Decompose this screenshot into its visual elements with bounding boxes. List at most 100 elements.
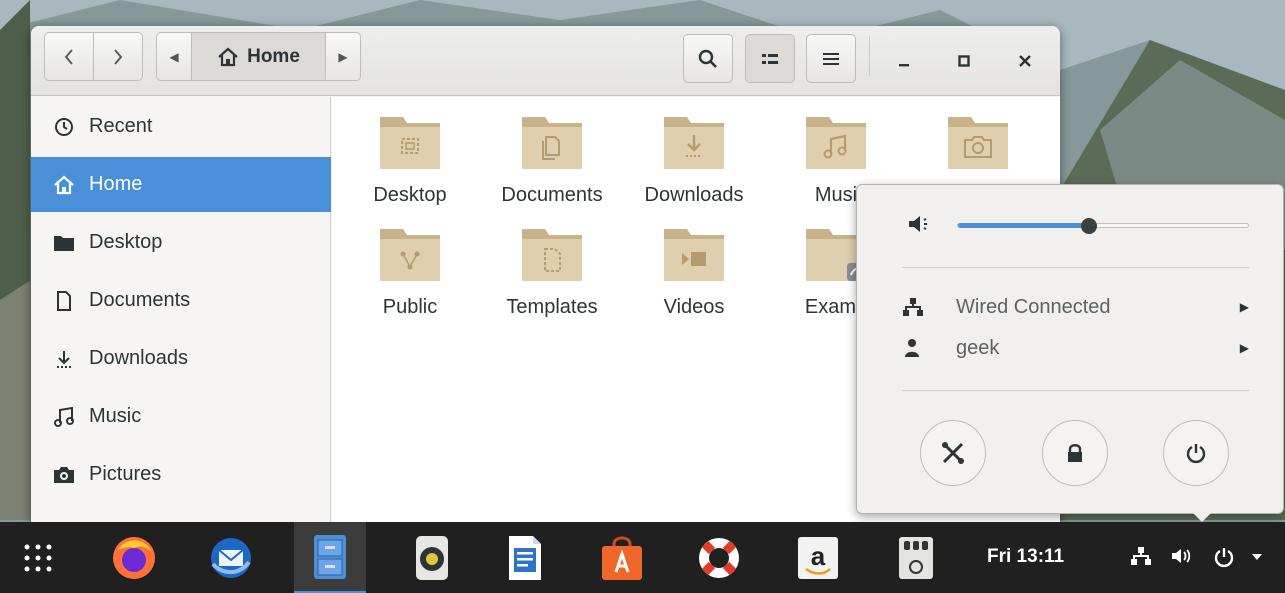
user-icon [902, 338, 956, 358]
sidebar-item-label: Desktop [89, 231, 163, 253]
maximize-button[interactable] [949, 46, 979, 76]
sidebar-item-music[interactable]: Music [31, 389, 331, 444]
taskbar-app-rhythmbox[interactable] [396, 522, 468, 593]
sidebar-item-desktop[interactable]: Desktop [31, 215, 331, 270]
volume-icon [909, 216, 927, 232]
file-label: Downloads [644, 184, 744, 206]
download-icon [53, 349, 75, 369]
back-button[interactable] [45, 33, 94, 80]
home-icon [218, 47, 238, 66]
menu-button[interactable] [806, 34, 856, 83]
sidebar-item-documents[interactable]: Documents [31, 273, 331, 328]
forward-button[interactable] [94, 33, 143, 80]
amazon-icon: a [798, 536, 838, 579]
chevron-right-icon [113, 48, 123, 65]
taskbar-app-thunderbird[interactable] [195, 522, 267, 593]
document-writer-icon [509, 535, 541, 580]
folder-item-pictures[interactable] [908, 107, 1048, 184]
taskbar: a Fri 13:11 [0, 522, 1285, 593]
speaker-icon [416, 535, 448, 580]
sidebar-item-recent[interactable]: Recent [31, 99, 331, 154]
camera-icon [53, 466, 75, 484]
folder-documents-icon [522, 117, 582, 169]
network-menu-item[interactable]: Wired Connected ▶ [902, 289, 1249, 325]
folder-item-templates[interactable]: Templates [482, 219, 622, 319]
folder-item-downloads[interactable]: Downloads [624, 107, 764, 207]
close-button[interactable] [1010, 46, 1040, 76]
minimize-button[interactable] [889, 46, 919, 76]
power-button[interactable] [1163, 420, 1229, 486]
lock-icon [1068, 444, 1082, 462]
power-icon [1186, 444, 1206, 464]
thunderbird-icon [211, 537, 251, 578]
user-menu-item[interactable]: geek ▶ [902, 330, 1249, 366]
file-label: Desktop [373, 184, 447, 206]
sidebar-item-home[interactable]: Home [31, 157, 331, 212]
utility-box-icon [899, 536, 933, 579]
menu-separator [902, 390, 1249, 391]
taskbar-app-system-tools[interactable] [880, 522, 952, 593]
clock-icon [53, 117, 75, 137]
popover-pointer [1192, 512, 1212, 522]
maximize-icon [958, 55, 970, 67]
path-bar: ◀ Home ▶ [156, 32, 361, 81]
file-label: Documents [501, 184, 603, 206]
taskbar-app-software-center[interactable] [586, 522, 658, 593]
music-icon [53, 406, 75, 427]
list-view-icon [762, 53, 778, 64]
system-menu-popover: Wired Connected ▶ geek ▶ [856, 184, 1284, 514]
taskbar-app-files[interactable] [294, 522, 366, 593]
submenu-arrow-icon: ▶ [1239, 300, 1249, 314]
file-label: Templates [506, 296, 598, 318]
chevron-left-icon [64, 48, 73, 65]
search-icon [698, 49, 717, 68]
menu-separator [902, 267, 1249, 268]
settings-tools-icon [942, 442, 964, 464]
folder-item-documents[interactable]: Documents [482, 107, 622, 207]
folder-templates-icon [522, 229, 582, 281]
settings-button[interactable] [920, 420, 986, 486]
sidebar-item-pictures[interactable]: Pictures [31, 447, 331, 502]
sidebar-item-downloads[interactable]: Downloads [31, 331, 331, 386]
view-toggle-button[interactable] [745, 34, 795, 83]
taskbar-app-writer[interactable] [489, 522, 561, 593]
hamburger-icon [823, 52, 839, 65]
sidebar-item-label: Recent [89, 115, 153, 137]
search-button[interactable] [683, 34, 733, 83]
lock-button[interactable] [1042, 420, 1108, 486]
folder-pictures-icon [948, 117, 1008, 169]
path-crumb-home[interactable]: Home [192, 33, 325, 80]
file-cabinet-icon [314, 534, 346, 579]
taskbar-app-amazon[interactable]: a [782, 522, 854, 593]
path-scroll-left-button[interactable]: ◀ [157, 33, 192, 80]
dropdown-arrow-icon[interactable] [1250, 546, 1264, 571]
network-label: Wired Connected [956, 295, 1111, 318]
close-icon [1019, 55, 1031, 67]
history-nav [44, 32, 143, 81]
firefox-icon [113, 536, 155, 579]
folder-videos-icon [664, 229, 724, 281]
svg-text:a: a [811, 541, 826, 571]
shopping-bag-icon [602, 536, 642, 580]
network-wired-icon [902, 297, 956, 317]
folder-icon [53, 234, 75, 252]
path-scroll-right-button[interactable]: ▶ [325, 33, 360, 80]
header-bar: ◀ Home ▶ [31, 26, 1060, 96]
folder-downloads-icon [664, 117, 724, 169]
submenu-arrow-icon: ▶ [1239, 341, 1249, 355]
volume-tray-icon[interactable] [1170, 546, 1194, 571]
app-grid-button[interactable] [2, 522, 74, 593]
folder-item-public[interactable]: Public [340, 219, 480, 319]
network-tray-icon[interactable] [1130, 546, 1152, 571]
sidebar-item-label: Downloads [89, 347, 188, 369]
clock[interactable]: Fri 13:11 [987, 546, 1064, 568]
volume-slider[interactable] [957, 218, 1249, 234]
folder-item-desktop[interactable]: Desktop [340, 107, 480, 207]
volume-slider-handle[interactable] [1080, 218, 1097, 234]
taskbar-app-help[interactable] [683, 522, 755, 593]
folder-item-videos[interactable]: Videos [624, 219, 764, 319]
sidebar-item-label: Home [89, 173, 143, 195]
sidebar-item-label: Pictures [89, 463, 162, 485]
power-tray-icon[interactable] [1213, 546, 1235, 573]
taskbar-app-firefox[interactable] [98, 522, 170, 593]
